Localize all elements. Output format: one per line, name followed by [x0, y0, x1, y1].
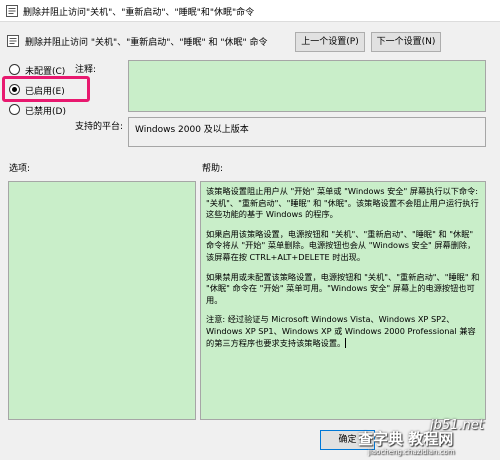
radio-label: 已禁用(D)	[25, 107, 66, 117]
text-caret	[345, 338, 347, 349]
help-paragraph: 注意: 经过验证与 Microsoft Windows Vista、Window…	[206, 314, 476, 348]
comment-textarea[interactable]	[128, 60, 486, 112]
platform-label: 支持的平台:	[75, 122, 124, 132]
radio-button[interactable]	[9, 104, 20, 115]
options-panel	[8, 181, 196, 420]
platform-value: Windows 2000 及以上版本	[128, 117, 486, 147]
watermark-title: 查字典 教程网	[358, 430, 454, 448]
help-paragraph: 如果禁用或未配置该策略设置，电源按钮和 "关机"、"重新启动"、"睡眠" 和 "…	[206, 271, 480, 305]
radio-button[interactable]	[9, 64, 20, 75]
policy-setting-icon	[7, 35, 19, 47]
title-bar: 删除并阻止访问"关机"、"重新启动"、"睡眠"和"休眠"命令	[0, 0, 500, 22]
comment-label: 注释:	[75, 65, 97, 75]
previous-setting-button[interactable]: 上一个设置(P)	[295, 32, 365, 52]
help-panel[interactable]: 该策略设置阻止用户从 "开始" 菜单或 "Windows 安全" 屏幕执行以下命…	[200, 181, 486, 420]
setting-name: 删除并阻止访问 "关机"、"重新启动"、"睡眠" 和 "休眠" 命令	[25, 38, 268, 48]
options-label: 选项:	[9, 164, 31, 174]
enabled-highlight-frame	[2, 76, 90, 102]
next-setting-button[interactable]: 下一个设置(N)	[371, 32, 441, 52]
policy-settings-icon	[6, 5, 18, 17]
help-label: 帮助:	[202, 164, 224, 174]
help-paragraph: 该策略设置阻止用户从 "开始" 菜单或 "Windows 安全" 屏幕执行以下命…	[206, 186, 479, 220]
watermark-url: jiaocheng.chazidian.com	[368, 448, 455, 456]
window-title: 删除并阻止访问"关机"、"重新启动"、"睡眠"和"休眠"命令	[23, 8, 255, 18]
help-scrollbar[interactable]	[489, 181, 497, 420]
help-paragraph: 如果启用该策略设置，电源按钮和 "关机"、"重新启动"、"睡眠" 和 "休眠" …	[206, 228, 476, 262]
